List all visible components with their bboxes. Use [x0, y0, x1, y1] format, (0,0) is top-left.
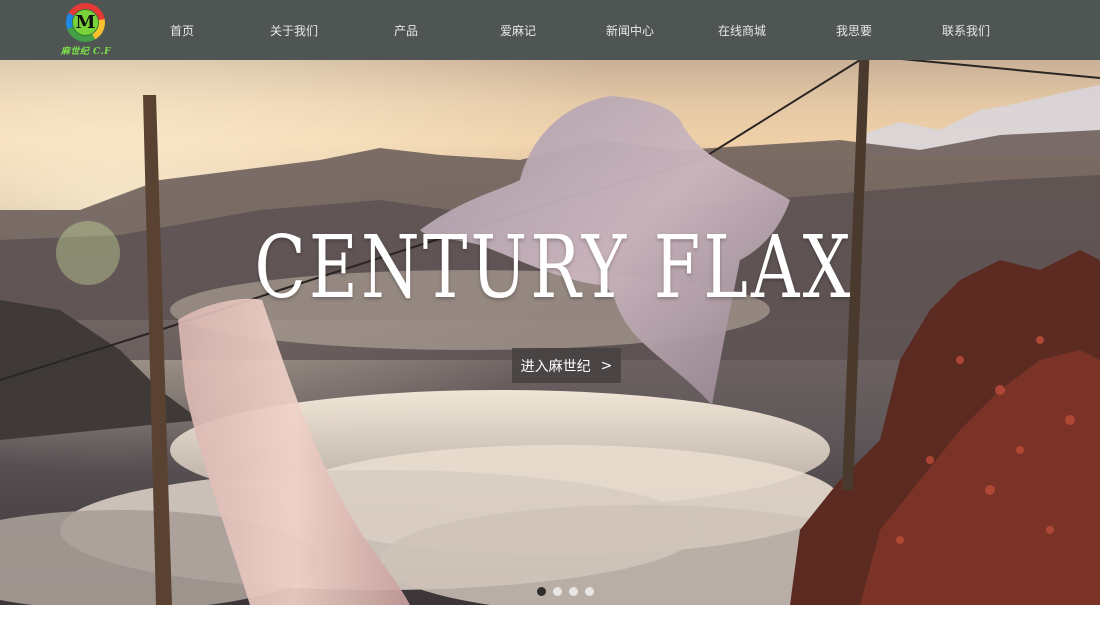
top-navigation-bar: M 麻世纪 C.F 首页 关于我们 产品 爱麻记 新闻中心 在线商城 我思要 联… — [0, 0, 1100, 60]
nav-item-shop[interactable]: 在线商城 — [686, 0, 798, 60]
nav-item-products[interactable]: 产品 — [350, 0, 462, 60]
hero-background-image — [0, 60, 1100, 605]
nav-item-contact[interactable]: 联系我们 — [910, 0, 1022, 60]
enter-site-button[interactable]: 进入麻世纪 > — [512, 348, 621, 383]
hero-title: CENTURY FLAX — [254, 218, 854, 318]
main-nav: 首页 关于我们 产品 爱麻记 新闻中心 在线商城 我思要 联系我们 — [126, 0, 1022, 60]
hero-banner: CENTURY FLAX 进入麻世纪 > — [0, 60, 1100, 605]
nav-item-flax-story[interactable]: 爱麻记 — [462, 0, 574, 60]
logo-letter: M — [72, 9, 99, 36]
nav-item-home[interactable]: 首页 — [126, 0, 238, 60]
carousel-dot-2[interactable] — [553, 587, 562, 596]
chevron-right-icon: > — [600, 357, 613, 374]
logo-text: 麻世纪 C.F — [60, 47, 112, 57]
nav-item-news[interactable]: 新闻中心 — [574, 0, 686, 60]
site-logo[interactable]: M 麻世纪 C.F — [58, 2, 114, 58]
logo-badge-icon: M — [66, 3, 105, 42]
nav-item-wish[interactable]: 我思要 — [798, 0, 910, 60]
enter-button-label: 进入麻世纪 — [520, 358, 591, 375]
nav-item-about[interactable]: 关于我们 — [238, 0, 350, 60]
carousel-dot-3[interactable] — [569, 587, 578, 596]
carousel-dot-4[interactable] — [585, 587, 594, 596]
carousel-dot-1[interactable] — [537, 587, 546, 596]
carousel-dots — [537, 587, 594, 596]
